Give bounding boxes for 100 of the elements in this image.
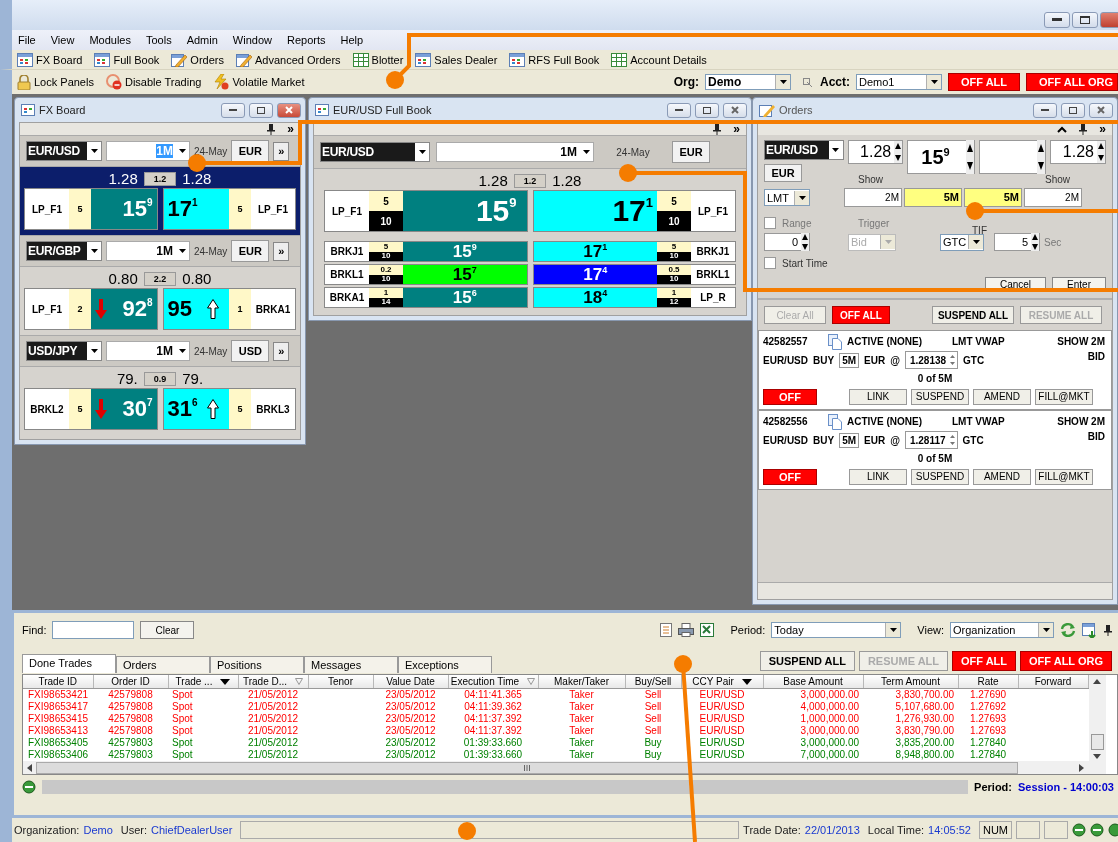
toolbar-button[interactable]: FX Board	[14, 52, 86, 67]
find-field[interactable]	[52, 621, 135, 639]
vertical-scrollbar[interactable]	[1088, 675, 1106, 774]
bid-price-button[interactable]: 15$^{9}$	[403, 191, 527, 231]
minimize-button[interactable]	[667, 102, 691, 118]
order-action-button[interactable]: SUSPEND	[911, 468, 969, 485]
scroll-down-icon[interactable]	[1093, 754, 1101, 760]
account-select[interactable]: Demo1	[856, 74, 942, 90]
expand-button[interactable]: »	[1099, 124, 1106, 134]
tenor-select[interactable]: 1M	[436, 142, 594, 162]
pair-select[interactable]: EUR/USD	[320, 142, 430, 162]
blotter-tab[interactable]: Done Trades	[22, 654, 116, 673]
close-button[interactable]	[277, 102, 301, 118]
order-action-button[interactable]: AMEND	[973, 388, 1031, 405]
maximize-button[interactable]	[1061, 102, 1085, 118]
spreadsheet-export-icon[interactable]	[700, 623, 715, 637]
column-header[interactable]: Trade D...	[238, 675, 308, 689]
trade-row[interactable]: FXI98653406 42579803 Spot 21/05/2012 23/05/2012 01:39:33.660 Taker Buy EUR/USD 7,000,000.00 8,948,800.00 1.27840	[23, 749, 1088, 761]
blotter-tab[interactable]: Exceptions	[398, 656, 492, 673]
document-icon[interactable]	[660, 623, 673, 637]
filter-icon[interactable]	[295, 678, 304, 685]
start-time-checkbox[interactable]	[764, 257, 776, 269]
minimize-button[interactable]	[1033, 102, 1057, 118]
expand-button[interactable]: »	[287, 124, 294, 134]
pair-select[interactable]: USD/JPY	[26, 341, 102, 361]
column-header[interactable]: Execution Time	[448, 675, 538, 689]
spinner-arrows-icon[interactable]	[894, 141, 903, 163]
expand-button[interactable]: »	[273, 141, 290, 161]
column-header[interactable]: Base Amount	[763, 675, 863, 689]
spinner-arrows-icon[interactable]	[801, 233, 809, 251]
spinner-arrows-icon[interactable]	[965, 140, 974, 174]
column-header[interactable]: Forward	[1018, 675, 1088, 689]
refresh-icon[interactable]	[1060, 622, 1076, 638]
column-header[interactable]: Term Amount	[863, 675, 958, 689]
currency-button[interactable]: USD	[231, 340, 270, 362]
toolbar-button[interactable]: Full Book	[91, 52, 163, 67]
menu-item[interactable]: Help	[340, 34, 364, 46]
action-button[interactable]: OFF ALL	[832, 306, 890, 324]
ask-price-button[interactable]: 31$^{6}$	[163, 389, 229, 429]
action-button[interactable]: OFF ALL	[952, 651, 1017, 671]
pair-select[interactable]: EUR/USD	[26, 141, 102, 161]
scroll-up-icon[interactable]	[1093, 679, 1101, 685]
column-header[interactable]: Order ID	[93, 675, 168, 689]
spinner-arrows-icon[interactable]	[1097, 141, 1105, 163]
minimize-button[interactable]	[1044, 12, 1070, 28]
column-header[interactable]: Trade ...	[168, 675, 238, 689]
trade-row[interactable]: FXI98653421 42579808 Spot 21/05/2012 23/05/2012 04:11:41.365 Taker Sell EUR/USD 3,000,000.00 3,830,700.00 1.27690	[23, 688, 1088, 701]
trade-row[interactable]: FXI98653415 42579808 Spot 21/05/2012 23/05/2012 04:11:37.392 Taker Sell EUR/USD 1,000,000.00 1,276,930.00 1.27693	[23, 713, 1088, 725]
pin-icon[interactable]	[713, 123, 722, 135]
action-button[interactable]: SUSPEND ALL	[932, 306, 1014, 324]
close-button[interactable]	[723, 102, 747, 118]
off-all-button[interactable]: OFF ALL	[948, 73, 1021, 91]
menu-item[interactable]: Reports	[286, 34, 326, 46]
scroll-thumb[interactable]	[1090, 734, 1104, 750]
order-action-button[interactable]: LINK	[849, 388, 907, 405]
quantity-field[interactable]: 5M	[839, 352, 860, 368]
price-field[interactable]: 15$^{9}$	[907, 140, 975, 174]
ask-price-button[interactable]: 17$^{1}$	[163, 189, 229, 229]
documents-icon[interactable]	[828, 413, 842, 430]
off-button[interactable]: OFF	[763, 388, 817, 405]
off-all-button[interactable]: OFF ALL ORG	[1026, 73, 1118, 91]
spinner-arrows-icon[interactable]	[1031, 233, 1039, 251]
currency-button[interactable]: EUR	[231, 140, 270, 162]
export-icon[interactable]	[1082, 622, 1098, 638]
period-select[interactable]: Today	[771, 622, 902, 638]
print-icon[interactable]	[678, 623, 695, 637]
expand-button[interactable]: »	[273, 341, 290, 361]
toolbar-button[interactable]: Blotter	[349, 52, 407, 67]
quantity-field[interactable]: 5M	[839, 432, 860, 448]
bid-price-button[interactable]: 92$^{8}$	[91, 289, 157, 329]
action-button[interactable]: OFF ALL ORG	[1020, 651, 1112, 671]
toolbar-button[interactable]: Advanced Orders	[232, 52, 344, 67]
quote-tile[interactable]: 1.28 1.2 1.28 LP_F1 5 15$^{9}$ 17$^{1}$ 5 LP_F1	[20, 166, 300, 235]
maximize-button[interactable]	[695, 102, 719, 118]
maximize-button[interactable]	[1072, 12, 1098, 28]
column-header[interactable]: CCY Pair	[681, 675, 763, 689]
blotter-tab[interactable]: Positions	[210, 656, 304, 673]
action-button[interactable]: SUSPEND ALL	[759, 651, 855, 671]
dropdown-arrow-icon[interactable]	[220, 678, 231, 685]
column-header[interactable]: Value Date	[373, 675, 448, 689]
ask-price-button[interactable]: 17$^{1}$	[533, 191, 657, 231]
order-action-button[interactable]: SUSPEND	[911, 388, 969, 405]
trade-row[interactable]: FXI98653405 42579803 Spot 21/05/2012 23/05/2012 01:39:33.660 Taker Buy EUR/USD 3,000,000.00 3,835,200.00 1.27840	[23, 737, 1088, 749]
toolbar-button[interactable]: Lock Panels	[14, 74, 97, 90]
order-action-button[interactable]: FILL@MKT	[1035, 468, 1093, 485]
column-header[interactable]: Trade ID	[23, 675, 93, 689]
blotter-tab[interactable]: Messages	[304, 656, 398, 673]
toolbar-button[interactable]: RFS Full Book	[506, 52, 603, 67]
order-action-button[interactable]: FILL@MKT	[1035, 388, 1093, 405]
order-action-button[interactable]: AMEND	[973, 468, 1031, 485]
maximize-button[interactable]	[249, 102, 273, 118]
range-checkbox[interactable]	[764, 217, 776, 229]
view-select[interactable]: Organization	[950, 622, 1054, 638]
menu-item[interactable]: Modules	[89, 34, 131, 46]
pair-select[interactable]: EUR/USD	[764, 140, 844, 160]
menu-item[interactable]: Admin	[186, 34, 218, 46]
toolbar-button[interactable]: Volatile Market	[210, 74, 308, 90]
off-button[interactable]: OFF	[763, 468, 817, 485]
ask-price-button[interactable]: 17$^{1}$	[533, 242, 657, 261]
seconds-field[interactable]: 5	[994, 233, 1040, 251]
